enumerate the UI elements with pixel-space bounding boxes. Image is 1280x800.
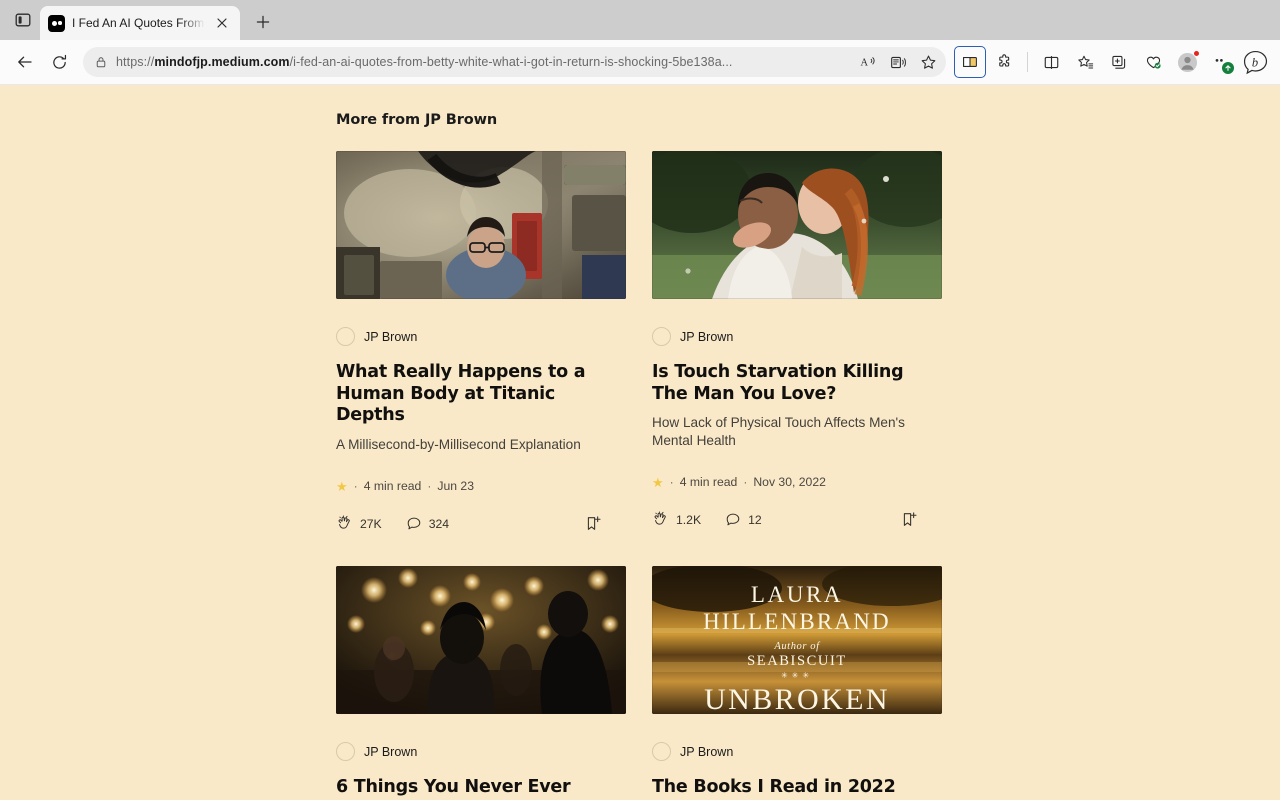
clap-stat[interactable]: 27K <box>336 515 382 532</box>
clap-count: 27K <box>360 516 382 531</box>
article-byline[interactable]: JP Brown <box>336 742 626 762</box>
meta-separator: · <box>743 475 748 490</box>
svg-text:LAURA: LAURA <box>751 582 843 607</box>
meta-separator: · <box>427 479 432 494</box>
more-from-section: More from JP Brown JP Brown What Really … <box>336 112 942 800</box>
article-thumbnail-unbroken-book[interactable]: LAURA HILLENBRAND Author of SEABISCUIT ✳… <box>652 566 942 715</box>
meta-separator: · <box>353 479 358 494</box>
comment-icon <box>726 513 740 526</box>
tab-overview-icon[interactable] <box>6 4 40 36</box>
publish-date: Nov 30, 2022 <box>753 475 826 490</box>
url-scheme: https:// <box>116 55 155 69</box>
clap-icon <box>654 511 666 526</box>
author-name: JP Brown <box>680 744 734 759</box>
new-tab-button[interactable] <box>248 7 278 37</box>
avatar <box>336 327 355 346</box>
url-host: mindofjp.medium.com <box>154 55 290 69</box>
profile-avatar-icon[interactable] <box>1171 46 1203 78</box>
article-title[interactable]: What Really Happens to a Human Body at T… <box>336 362 626 427</box>
read-time: 4 min read <box>679 475 738 490</box>
svg-text:b: b <box>1251 55 1257 69</box>
favorites-icon[interactable] <box>1069 46 1101 78</box>
avatar <box>652 327 671 346</box>
article-thumbnail-submarine[interactable] <box>336 151 626 299</box>
svg-text:✳✳✳: ✳✳✳ <box>781 671 813 680</box>
article-title[interactable]: Is Touch Starvation Killing The Man You … <box>652 362 942 405</box>
svg-text:A: A <box>860 57 868 68</box>
member-star-icon: ★ <box>336 478 348 494</box>
refresh-icon[interactable] <box>43 46 75 78</box>
comment-count: 12 <box>748 512 762 527</box>
article-thumbnail-couple[interactable] <box>652 151 942 299</box>
read-aloud-icon[interactable]: A <box>854 48 882 76</box>
star-icon[interactable] <box>914 48 942 76</box>
author-name: JP Brown <box>364 329 418 344</box>
clap-count: 1.2K <box>676 512 702 527</box>
browser-tab[interactable]: I Fed An AI Quotes From Betty <box>40 6 240 40</box>
author-name: JP Brown <box>680 329 734 344</box>
svg-text:Author of: Author of <box>773 641 821 652</box>
article-title[interactable]: 6 Things You Never Ever Want to Do at Yo… <box>336 777 626 800</box>
avatar <box>652 742 671 762</box>
bookmark-plus-icon[interactable] <box>901 511 918 528</box>
medium-favicon <box>48 14 65 32</box>
svg-text:HILLENBRAND: HILLENBRAND <box>703 609 891 634</box>
immersive-reader-icon[interactable] <box>884 48 912 76</box>
bookmark-plus-icon[interactable] <box>585 515 602 532</box>
omnibox-actions: A <box>854 48 942 76</box>
clap-stat[interactable]: 1.2K <box>652 511 701 528</box>
comment-stat[interactable]: 12 <box>725 512 762 528</box>
article-byline[interactable]: JP Brown <box>652 327 942 346</box>
bing-copilot-icon[interactable]: b <box>1239 46 1271 78</box>
article-stats: 27K 324 <box>336 515 626 532</box>
split-screen-icon[interactable] <box>1035 46 1067 78</box>
puzzle-piece-icon[interactable] <box>988 46 1020 78</box>
browser-toolbar: https://mindofjp.medium.com/i-fed-an-ai-… <box>0 40 1280 85</box>
section-heading: More from JP Brown <box>336 112 498 128</box>
update-badge-icon <box>1222 62 1234 74</box>
article-card[interactable]: JP Brown What Really Happens to a Human … <box>336 151 626 532</box>
settings-ellipsis-icon[interactable] <box>1205 46 1237 78</box>
comment-count: 324 <box>428 516 450 531</box>
svg-text:UNBROKEN: UNBROKEN <box>704 683 890 714</box>
comment-icon <box>407 517 420 530</box>
url-text: https://mindofjp.medium.com/i-fed-an-ai-… <box>116 55 845 69</box>
reading-view-icon[interactable] <box>954 46 986 78</box>
svg-text:SEABISCUIT: SEABISCUIT <box>747 653 847 669</box>
back-arrow-icon[interactable] <box>9 46 41 78</box>
article-stats: 1.2K 12 <box>652 511 942 528</box>
article-meta: ★ · 4 min read · Nov 30, 2022 <box>652 475 942 489</box>
publish-date: Jun 23 <box>437 479 474 494</box>
article-byline[interactable]: JP Brown <box>652 742 942 762</box>
address-bar[interactable]: https://mindofjp.medium.com/i-fed-an-ai-… <box>83 47 946 77</box>
member-star-icon: ★ <box>652 474 664 490</box>
notification-dot <box>1193 50 1200 57</box>
meta-separator: · <box>669 475 674 490</box>
author-name: JP Brown <box>364 744 418 759</box>
article-card[interactable]: JP Brown Is Touch Starvation Killing The… <box>652 151 942 532</box>
url-path: /i-fed-an-ai-quotes-from-betty-white-wha… <box>289 55 733 69</box>
article-subtitle: A Millisecond-by-Millisecond Explanation <box>336 436 581 452</box>
collections-icon[interactable] <box>1103 46 1135 78</box>
tab-title: I Fed An AI Quotes From Betty <box>72 16 205 30</box>
tab-strip: I Fed An AI Quotes From Betty <box>0 0 1280 40</box>
article-title[interactable]: The Books I Read in 2022 <box>652 777 942 799</box>
article-thumbnail-wedding[interactable] <box>336 566 626 715</box>
read-time: 4 min read <box>363 479 422 494</box>
browser-essentials-icon[interactable] <box>1137 46 1169 78</box>
comment-stat[interactable]: 324 <box>406 516 449 532</box>
article-subtitle: How Lack of Physical Touch Affects Men's… <box>652 415 905 448</box>
avatar <box>336 742 355 762</box>
close-icon[interactable] <box>212 13 232 33</box>
page-viewport: More from JP Brown JP Brown What Really … <box>0 85 1280 800</box>
article-grid: JP Brown What Really Happens to a Human … <box>336 151 942 800</box>
lock-icon <box>95 56 107 68</box>
toolbar-divider <box>1027 52 1028 72</box>
article-meta: ★ · 4 min read · Jun 23 <box>336 479 626 493</box>
article-card[interactable]: LAURA HILLENBRAND Author of SEABISCUIT ✳… <box>652 566 942 800</box>
article-byline[interactable]: JP Brown <box>336 327 626 346</box>
clap-icon <box>338 515 350 529</box>
browser-window: I Fed An AI Quotes From Betty <box>0 0 1280 800</box>
article-card[interactable]: JP Brown 6 Things You Never Ever Want to… <box>336 566 626 800</box>
